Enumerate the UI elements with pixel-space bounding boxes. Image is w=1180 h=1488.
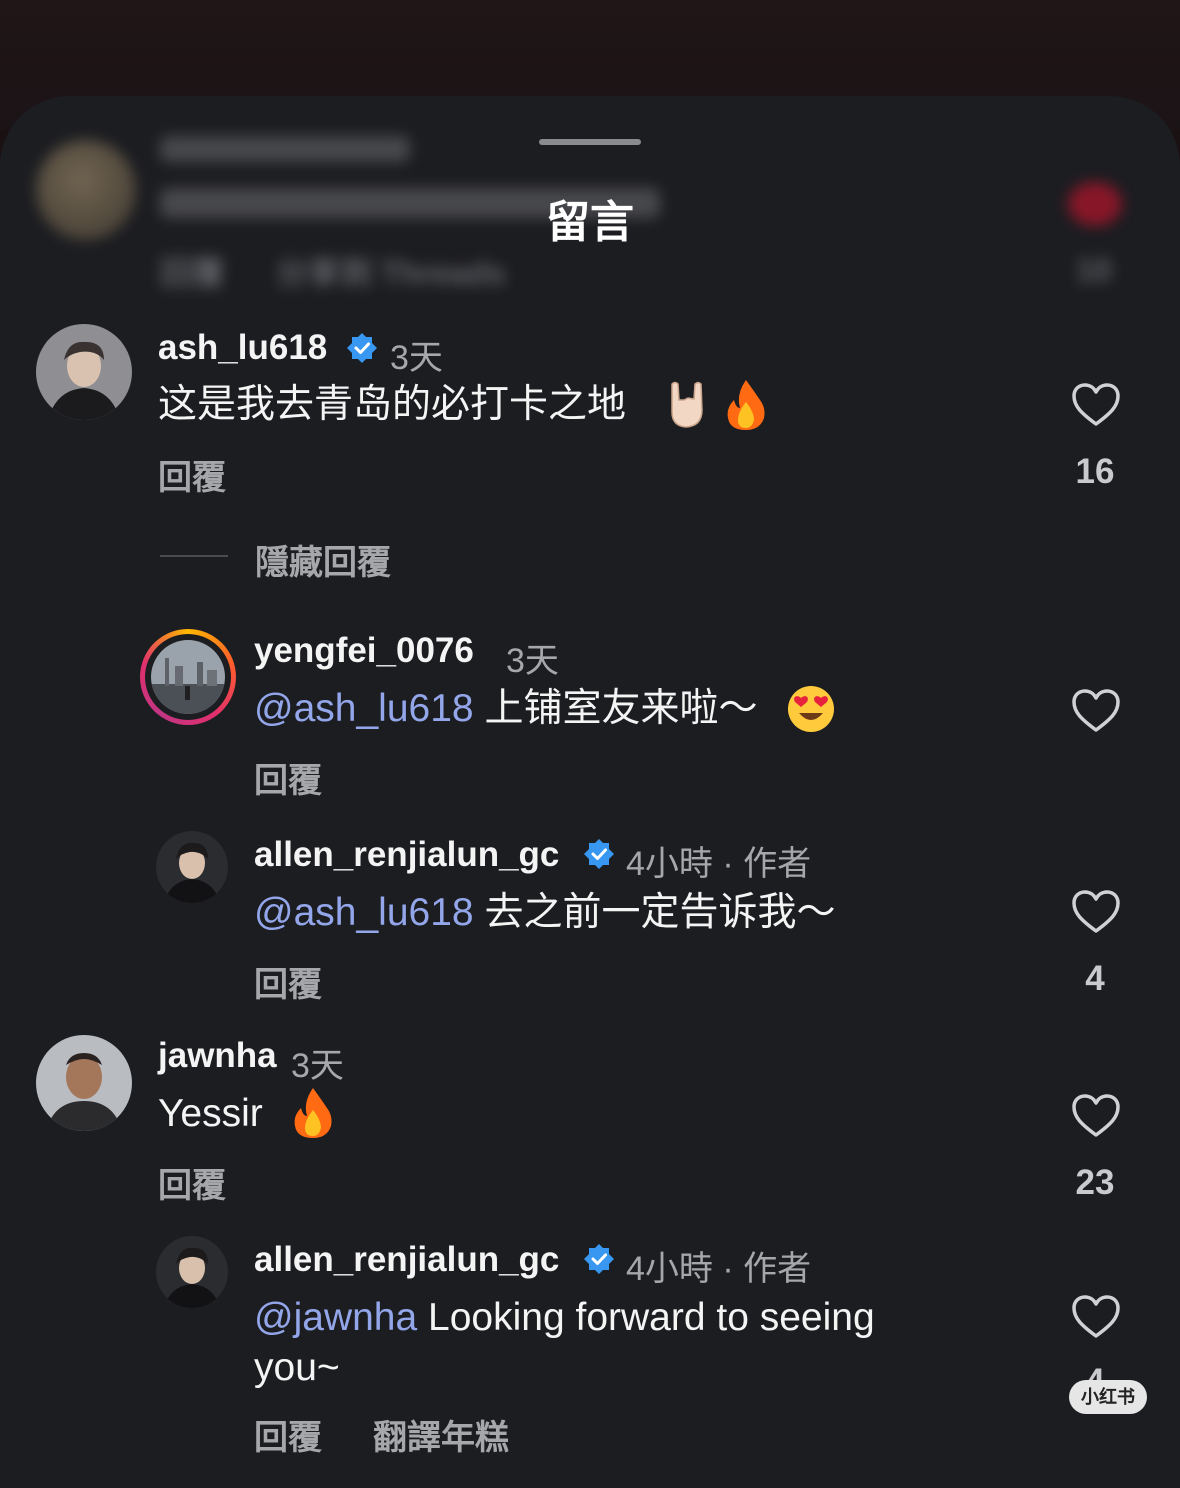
heart-icon[interactable] [1071,688,1121,734]
username[interactable]: allen_renjialun_gc [254,1240,559,1280]
heart-icon[interactable] [1071,382,1121,428]
verified-badge-icon [347,333,377,363]
avatar[interactable] [156,1236,228,1308]
reply-button[interactable]: 回覆 [254,1410,322,1459]
mention-link[interactable]: @ash_lu618 [254,891,474,934]
fire-emoji [727,380,765,430]
divider [160,555,228,557]
comment-text-continued: you~ [254,1346,340,1389]
avatar[interactable] [36,1035,132,1131]
drag-handle[interactable] [539,139,641,145]
reply-button[interactable]: 回覆 [254,753,322,802]
username[interactable]: allen_renjialun_gc [254,835,559,875]
avatar[interactable] [156,831,228,903]
avatar[interactable] [36,324,132,420]
watermark-logo: 小红书 [1069,1380,1147,1414]
comment-text: @ash_lu618 上铺室友来啦～ [254,687,758,730]
share-threads-button: 分享到 Threads [276,255,506,291]
comment-text: @jawnha Looking forward to seeing [254,1296,875,1339]
timestamp: 4小時 · 作者 [626,845,812,883]
timestamp: 3天 [390,339,443,377]
comment-text: 这是我去青岛的必打卡之地 [158,383,627,426]
sign-of-horns-emoji [671,381,703,428]
reply-button[interactable]: 回覆 [158,450,226,499]
comment-text: Yessir [158,1092,263,1135]
timestamp: 3天 [506,642,559,680]
translate-button[interactable]: 翻譯年糕 [373,1410,509,1459]
timestamp: 4小時 · 作者 [626,1250,812,1288]
username[interactable]: yengfei_0076 [254,631,474,671]
like-count: 4 [1085,959,1105,998]
hide-replies-button[interactable]: 隱藏回覆 [255,535,391,584]
username[interactable]: jawnha [158,1036,277,1076]
username[interactable]: ash_lu618 [158,328,327,368]
reply-button[interactable]: 回覆 [254,957,322,1006]
verified-badge-icon [584,1244,614,1274]
mention-link[interactable]: @ash_lu618 [254,687,474,730]
fire-emoji [294,1088,332,1138]
heart-icon[interactable] [1071,1093,1121,1139]
reply-button: 回覆 [160,255,225,291]
like-count: 16 [1075,452,1115,491]
reply-button[interactable]: 回覆 [158,1158,226,1207]
heart-eyes-emoji [788,686,834,732]
like-count: 10 [1076,252,1112,288]
heart-icon[interactable] [1071,889,1121,935]
verified-badge-icon [584,839,614,869]
heart-icon[interactable] [1071,1294,1121,1340]
timestamp: 3天 [291,1047,344,1085]
comment-text: @ash_lu618 去之前一定告诉我～ [254,891,836,934]
avatar[interactable] [151,640,225,714]
mention-link[interactable]: @jawnha [254,1296,417,1339]
sheet-title: 留言 [546,198,634,247]
like-count: 23 [1075,1163,1115,1202]
